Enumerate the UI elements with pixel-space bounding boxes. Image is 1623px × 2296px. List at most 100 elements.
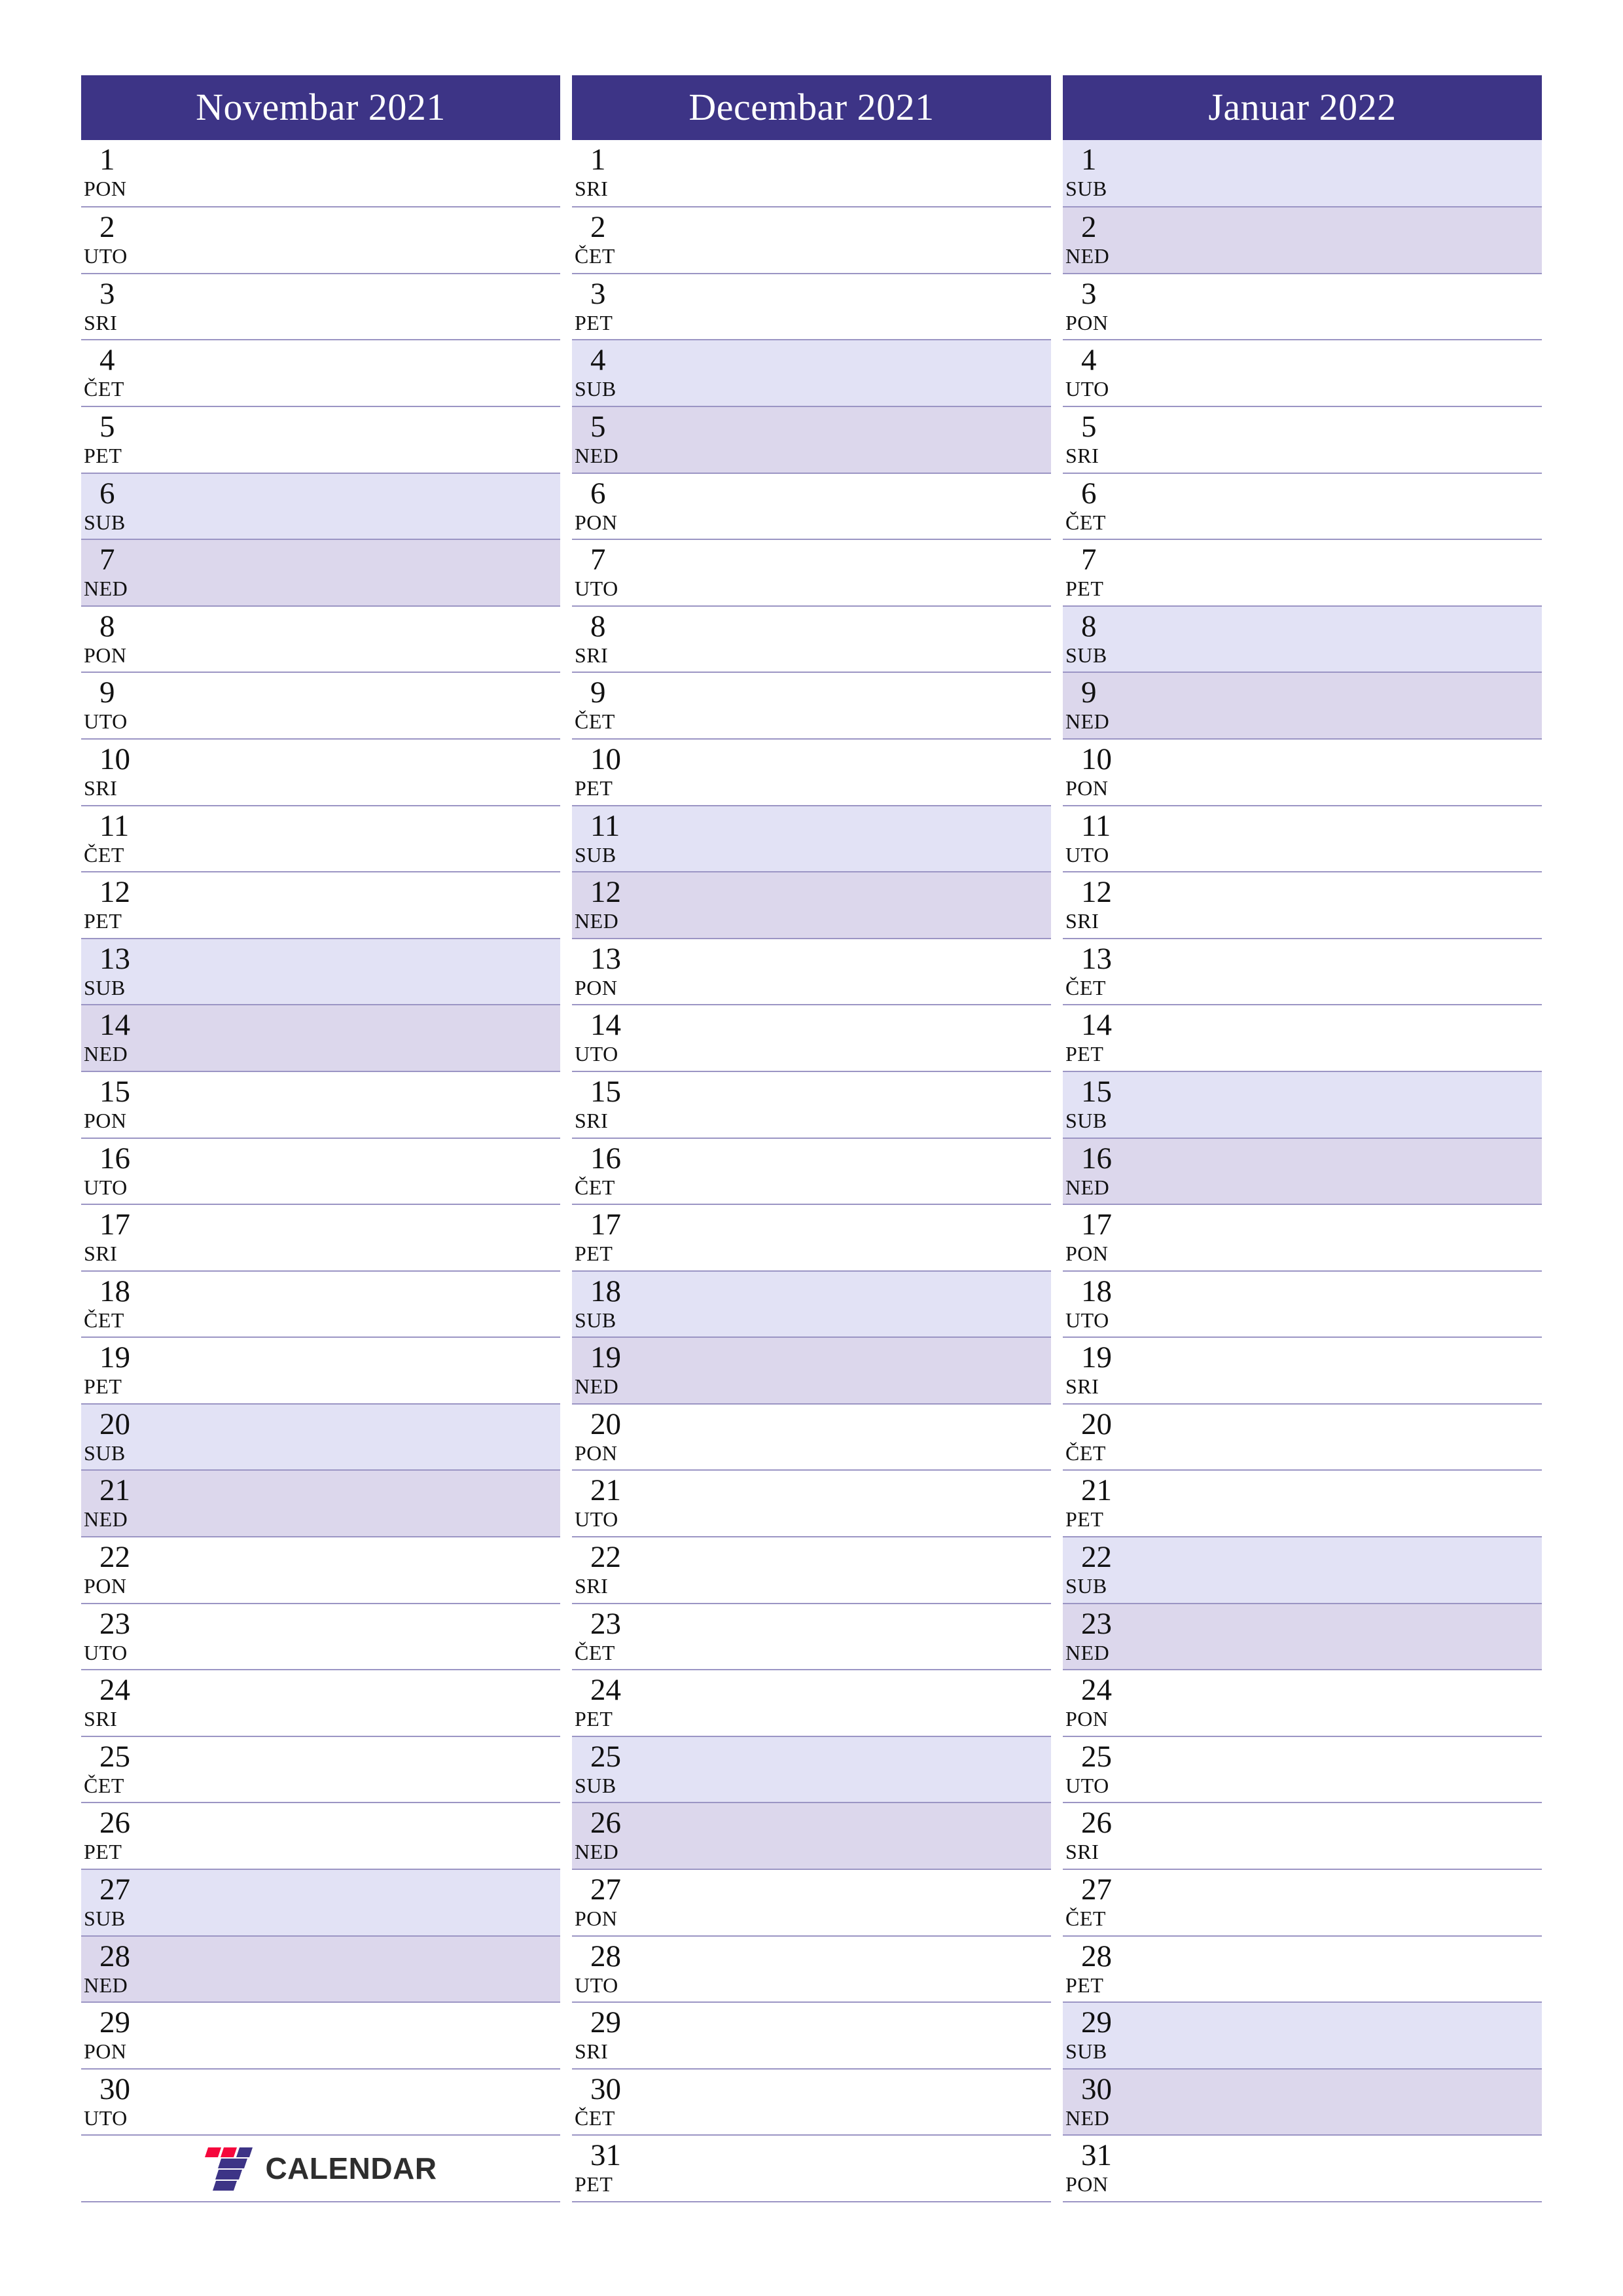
day-row[interactable]: 13 SUB <box>81 937 560 1005</box>
day-row[interactable]: 1 SUB <box>1063 139 1542 207</box>
day-row[interactable]: 2 NED <box>1063 206 1542 273</box>
day-row[interactable]: 18 ČET <box>81 1270 560 1337</box>
day-number: 12 <box>1081 875 1112 910</box>
day-row[interactable]: 5 PET <box>81 405 560 473</box>
day-row[interactable]: 14 NED <box>81 1004 560 1071</box>
day-row[interactable]: 26 SRI <box>1063 1802 1542 1869</box>
day-row[interactable]: 17 PET <box>572 1204 1051 1270</box>
day-row[interactable]: 10 PET <box>572 738 1051 805</box>
day-row[interactable]: 16 ČET <box>572 1137 1051 1204</box>
day-row[interactable]: 10 PON <box>1063 738 1542 805</box>
day-row[interactable]: 24 PET <box>572 1669 1051 1736</box>
day-row[interactable]: 9 ČET <box>572 672 1051 738</box>
day-row[interactable]: 14 UTO <box>572 1004 1051 1071</box>
day-row[interactable]: 21 UTO <box>572 1469 1051 1537</box>
day-row[interactable]: 10 SRI <box>81 738 560 805</box>
day-row[interactable]: 11 UTO <box>1063 804 1542 872</box>
day-row[interactable]: 31 PON <box>1063 2134 1542 2201</box>
day-row[interactable]: 13 ČET <box>1063 937 1542 1005</box>
day-row[interactable]: 9 UTO <box>81 672 560 738</box>
day-row[interactable]: 27 SUB <box>81 1869 560 1935</box>
day-row[interactable]: 30 NED <box>1063 2068 1542 2135</box>
day-row[interactable]: 26 PET <box>81 1802 560 1869</box>
day-row[interactable]: 29 SRI <box>572 2001 1051 2068</box>
day-row[interactable]: 4 SUB <box>572 339 1051 406</box>
day-row[interactable]: 9 NED <box>1063 672 1542 738</box>
day-row[interactable]: 19 NED <box>572 1336 1051 1403</box>
day-row[interactable]: 7 PET <box>1063 539 1542 605</box>
day-row[interactable]: 22 SRI <box>572 1536 1051 1603</box>
day-row[interactable]: 27 PON <box>572 1869 1051 1935</box>
day-row[interactable]: 4 UTO <box>1063 339 1542 406</box>
day-weekday-abbreviation: ČET <box>575 2106 615 2130</box>
day-row[interactable]: 17 SRI <box>81 1204 560 1270</box>
day-row[interactable]: 28 NED <box>81 1935 560 2002</box>
day-row[interactable]: 1 SRI <box>572 139 1051 207</box>
day-row[interactable]: 29 PON <box>81 2001 560 2068</box>
day-number: 7 <box>1081 543 1097 577</box>
day-row[interactable]: 5 NED <box>572 405 1051 473</box>
day-row[interactable]: 26 NED <box>572 1802 1051 1869</box>
day-row[interactable]: 18 SUB <box>572 1270 1051 1337</box>
day-row[interactable]: 21 PET <box>1063 1469 1542 1537</box>
day-row[interactable]: 15 SUB <box>1063 1070 1542 1138</box>
day-row[interactable]: 7 UTO <box>572 539 1051 605</box>
day-row[interactable]: 21 NED <box>81 1469 560 1537</box>
day-row[interactable]: 22 PON <box>81 1536 560 1603</box>
day-row[interactable]: 5 SRI <box>1063 405 1542 473</box>
day-weekday-abbreviation: UTO <box>1065 377 1109 401</box>
day-row[interactable]: 15 SRI <box>572 1070 1051 1138</box>
day-row[interactable]: 20 SUB <box>81 1403 560 1470</box>
day-row[interactable]: 12 SRI <box>1063 871 1542 938</box>
day-number: 18 <box>99 1274 130 1308</box>
day-row[interactable]: 23 ČET <box>572 1602 1051 1670</box>
day-row[interactable]: 27 ČET <box>1063 1869 1542 1935</box>
day-row[interactable]: 25 ČET <box>81 1735 560 1803</box>
day-row[interactable]: 6 PON <box>572 472 1051 539</box>
day-row[interactable]: 20 PON <box>572 1403 1051 1470</box>
day-row[interactable]: 16 UTO <box>81 1137 560 1204</box>
day-row[interactable]: 11 ČET <box>81 804 560 872</box>
day-row[interactable]: 3 PON <box>1063 272 1542 340</box>
day-row[interactable]: 18 UTO <box>1063 1270 1542 1337</box>
day-row[interactable]: 22 SUB <box>1063 1536 1542 1603</box>
day-row[interactable]: 8 SUB <box>1063 605 1542 672</box>
day-row[interactable]: 8 SRI <box>572 605 1051 672</box>
day-row[interactable]: 19 PET <box>81 1336 560 1403</box>
day-row[interactable]: 17 PON <box>1063 1204 1542 1270</box>
day-row[interactable]: 4 ČET <box>81 339 560 406</box>
day-row[interactable]: 19 SRI <box>1063 1336 1542 1403</box>
day-row[interactable]: 8 PON <box>81 605 560 672</box>
day-row[interactable]: 6 ČET <box>1063 472 1542 539</box>
day-row[interactable]: 24 SRI <box>81 1669 560 1736</box>
day-weekday-abbreviation: PON <box>84 1108 127 1132</box>
day-row[interactable]: 25 UTO <box>1063 1735 1542 1803</box>
day-row[interactable]: 28 UTO <box>572 1935 1051 2002</box>
day-row[interactable]: 2 ČET <box>572 206 1051 273</box>
day-row[interactable]: 3 SRI <box>81 272 560 340</box>
day-row[interactable]: 24 PON <box>1063 1669 1542 1736</box>
day-row[interactable]: 16 NED <box>1063 1137 1542 1204</box>
day-row[interactable]: 20 ČET <box>1063 1403 1542 1470</box>
day-row[interactable]: 1 PON <box>81 139 560 207</box>
day-row[interactable]: 12 PET <box>81 871 560 938</box>
day-row[interactable]: 30 UTO <box>81 2068 560 2135</box>
day-weekday-abbreviation: SRI <box>575 2039 609 2064</box>
day-row[interactable]: 15 PON <box>81 1070 560 1138</box>
day-row[interactable]: 6 SUB <box>81 472 560 539</box>
day-row[interactable]: 31 PET <box>572 2134 1051 2201</box>
day-row[interactable]: 28 PET <box>1063 1935 1542 2002</box>
day-row[interactable]: 11 SUB <box>572 804 1051 872</box>
day-row[interactable]: 3 PET <box>572 272 1051 340</box>
day-row[interactable]: 30 ČET <box>572 2068 1051 2135</box>
day-row[interactable]: 14 PET <box>1063 1004 1542 1071</box>
day-row[interactable]: 13 PON <box>572 937 1051 1005</box>
day-row[interactable]: 7 NED <box>81 539 560 605</box>
day-row[interactable]: 29 SUB <box>1063 2001 1542 2068</box>
day-row[interactable]: 25 SUB <box>572 1735 1051 1803</box>
day-row[interactable]: 2 UTO <box>81 206 560 273</box>
day-row[interactable]: 12 NED <box>572 871 1051 938</box>
day-row[interactable]: 23 UTO <box>81 1602 560 1670</box>
seven-calendar-logo-mark-icon <box>204 2145 254 2192</box>
day-row[interactable]: 23 NED <box>1063 1602 1542 1670</box>
